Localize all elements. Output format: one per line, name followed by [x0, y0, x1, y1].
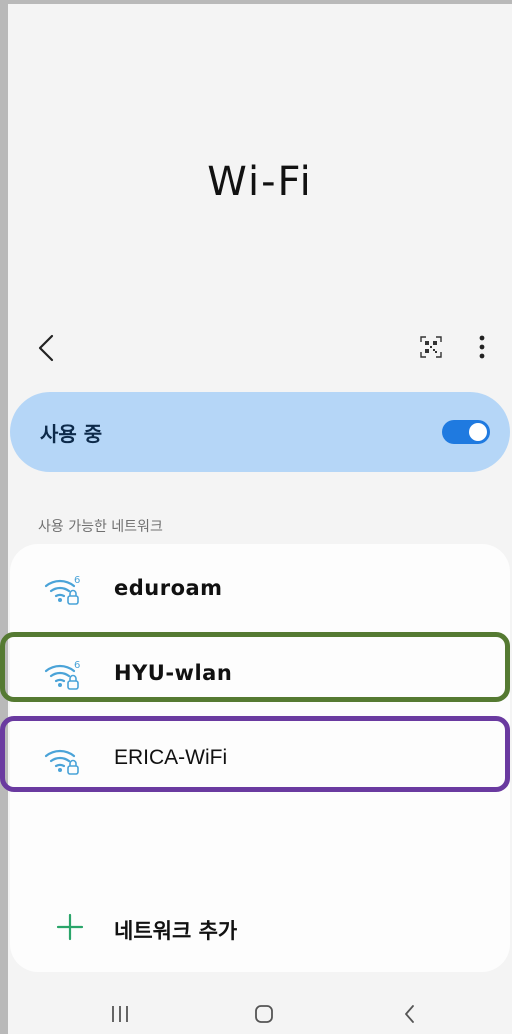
available-networks-header: 사용 가능한 네트워크 [38, 519, 163, 535]
qr-scan-icon[interactable] [420, 336, 442, 358]
network-name: eduroam [114, 576, 223, 600]
plus-icon [56, 913, 84, 941]
back-icon[interactable] [398, 1002, 422, 1026]
wifi-toggle[interactable] [442, 420, 490, 444]
highlight-box-hyu-wlan [0, 632, 510, 702]
wifi-master-switch-row[interactable]: 사용 중 [10, 392, 510, 472]
add-network-button[interactable]: 네트워크 추가 [10, 899, 510, 959]
svg-text:6: 6 [74, 575, 80, 586]
home-icon[interactable] [252, 1002, 276, 1026]
network-item-eduroam[interactable]: 6 eduroam [10, 554, 510, 624]
page-title: Wi-Fi [207, 159, 313, 205]
recents-icon[interactable] [108, 1002, 132, 1026]
toggle-knob [469, 423, 487, 441]
chevron-left-icon[interactable] [32, 330, 62, 366]
wifi-6-lock-icon: 6 [44, 575, 80, 605]
system-navigation-bar [8, 994, 512, 1034]
highlight-box-erica-wifi [0, 716, 510, 792]
more-vert-icon[interactable] [470, 332, 494, 362]
add-network-label: 네트워크 추가 [114, 919, 238, 943]
wifi-settings-screen: Wi-Fi 사용 중 사용 가능한 네트워크 6 eduroam 6 HYU-w… [8, 4, 512, 1034]
wifi-status-label: 사용 중 [40, 422, 103, 446]
